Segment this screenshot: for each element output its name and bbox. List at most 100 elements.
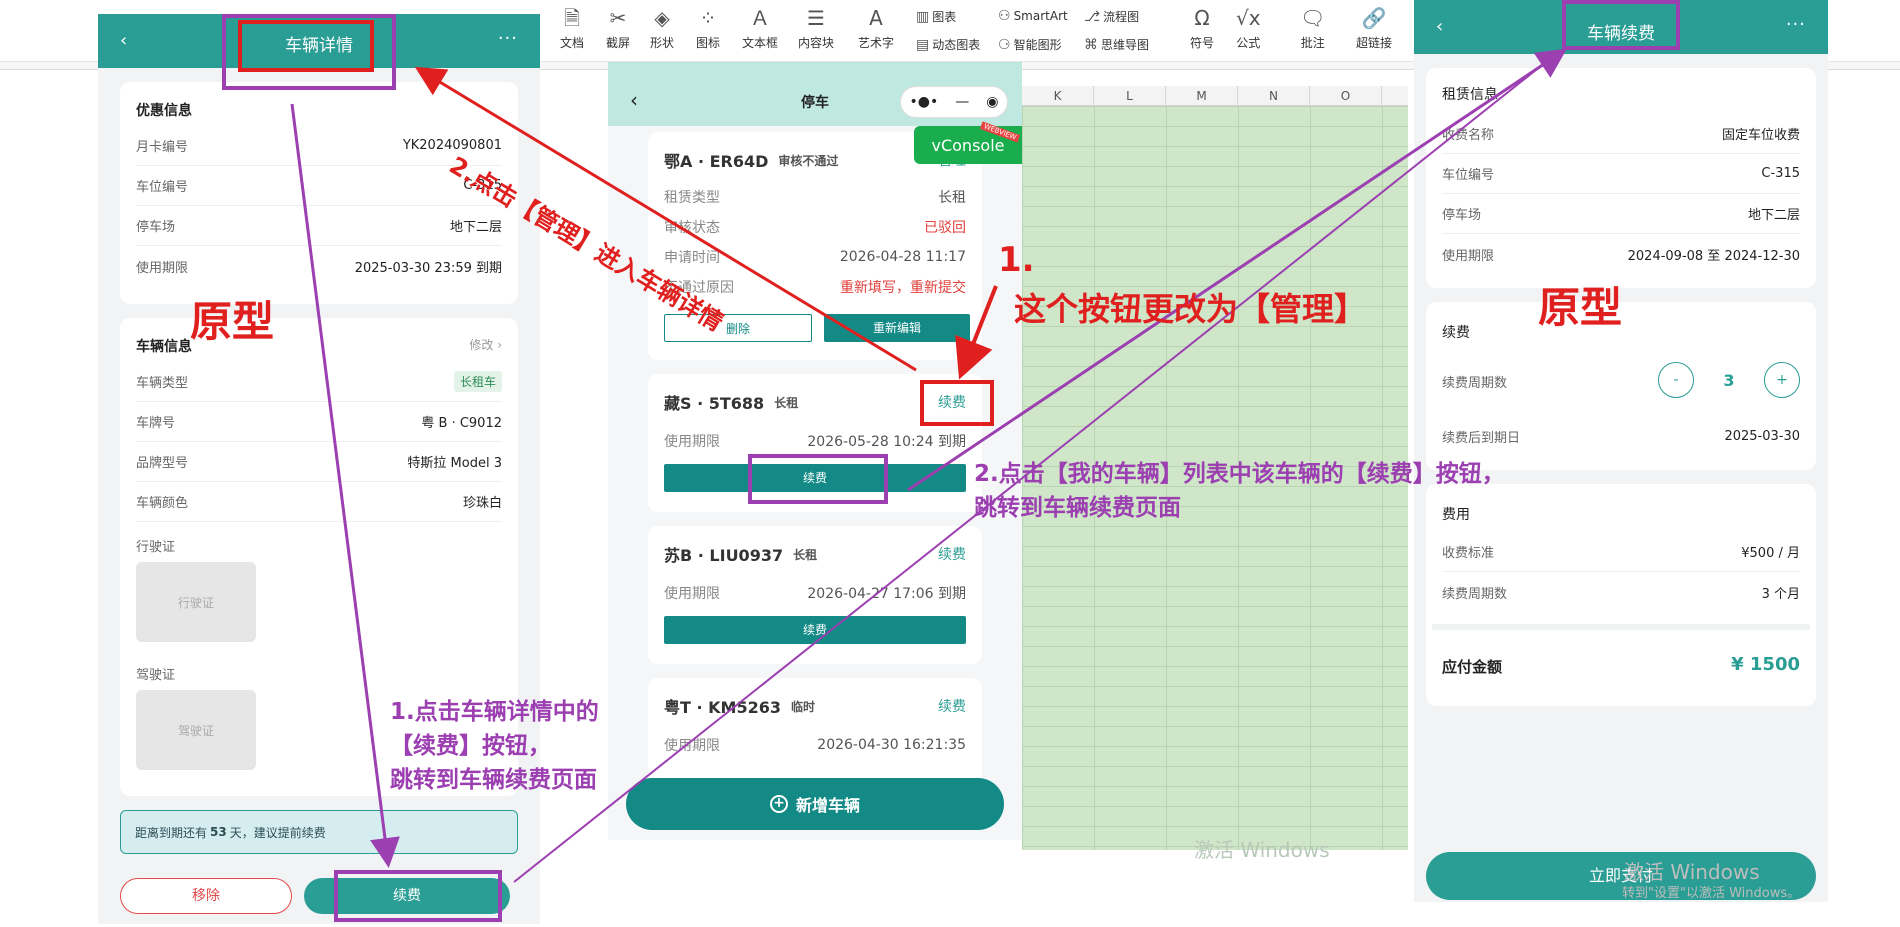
renew-card-title: 续费 [1442, 325, 1470, 341]
discount-info-card: 优惠信息 月卡编号 YK2024090801 车位编号 C-315 停车场 地下二层 … [120, 82, 518, 304]
dynamic-chart-icon: ▤ [916, 36, 930, 53]
chart-icon: ▥ [916, 8, 930, 25]
windows-watermark-sub: 转到"设置"以激活 Windows。 [1622, 886, 1801, 901]
step2-renew-line2: 跳转到车辆续费页面 [974, 495, 1181, 521]
plus-circle-icon: + [769, 795, 788, 813]
ribbon-flowchart-button[interactable]: ⎇ 流程图 [1084, 8, 1139, 25]
purple-box-list-renew [748, 454, 888, 504]
ribbon-shape-button[interactable]: ◈ 形状 [650, 6, 674, 51]
ribbon-dynamic-chart-button[interactable]: ▤ 动态图表 [916, 36, 980, 53]
mindmap-icon: ⌘ [1084, 36, 1098, 53]
close-target-icon[interactable]: ◉ [986, 94, 998, 110]
lease-card-title: 租赁信息 [1442, 87, 1498, 103]
smartart-icon: ⚇ [998, 8, 1011, 24]
prototype-label-right: 原型 [1538, 283, 1623, 332]
parking-lot-row: 停车场 地下二层 [136, 206, 502, 246]
ribbon-symbol-button[interactable]: Ω 符号 [1190, 6, 1214, 51]
increment-button[interactable]: + [1764, 362, 1800, 398]
smart-shape-icon: ⚆ [998, 36, 1011, 53]
ribbon-hyperlink-button[interactable]: 🔗 超链接 [1356, 6, 1392, 51]
more-icon[interactable]: ··· [1786, 14, 1806, 35]
column-m[interactable]: M [1166, 86, 1238, 106]
column-k[interactable]: K [1022, 86, 1094, 106]
red-box-detail-title [238, 20, 374, 72]
purple-box-renew-button [334, 870, 502, 922]
license-label: 行驶证 [136, 540, 176, 555]
plate-row: 车牌号粤 B · C9012 [136, 402, 502, 442]
re-edit-button[interactable]: 重新编辑 [824, 314, 970, 342]
license-photo[interactable]: 行驶证 [136, 562, 256, 642]
red-box-manage-action [920, 380, 994, 426]
column-n[interactable]: N [1238, 86, 1310, 106]
column-header: K L M N O [1022, 86, 1408, 106]
lease-type-row: 租赁类型 长租 [664, 190, 966, 206]
total-label: 应付金额 [1442, 658, 1503, 676]
ribbon-icon-button[interactable]: ⁘ 图标 [696, 6, 720, 51]
decrement-button[interactable]: - [1658, 362, 1694, 398]
minimize-icon[interactable]: — [955, 94, 969, 110]
ribbon-screenshot-button[interactable]: ✂ 截屏 [606, 6, 630, 51]
more-icon[interactable]: ··· [498, 28, 518, 49]
vehicle-type-tag: 长租车 [453, 371, 502, 392]
more-dots-icon[interactable]: •●• [910, 94, 939, 110]
textbox-icon: Ａ [750, 6, 770, 30]
edit-link[interactable]: 修改 › [469, 336, 502, 353]
total-amount: ¥ 1500 [1731, 654, 1800, 675]
plate-text: 苏B · LIU0937 长租 [664, 546, 818, 565]
lease-info-card: 租赁信息 收费名称 固定车位收费 车位编号 C-315 停车场 地下二层 使用期限 20… [1426, 68, 1816, 288]
column-o[interactable]: O [1310, 86, 1382, 106]
wordart-icon: A [869, 6, 883, 30]
add-vehicle-button[interactable]: + 新增车辆 [626, 778, 1004, 830]
color-row: 车辆颜色 珍珠白 [136, 482, 502, 522]
apply-time-row: 申请时间 2026-04-28 11:17 [664, 249, 966, 266]
validity-row: 使用期限 2025-03-30 23:59 到期 [136, 260, 502, 276]
period-label: 续费周期数 [1442, 376, 1508, 391]
step1-text: 这个按钮更改为【管理】 [1014, 290, 1367, 328]
space-number-row: 车位编号 C-315 [1442, 154, 1800, 194]
vehicle-renew-screen: ‹ 车辆续费 ··· 租赁信息 收费名称 固定车位收费 车位编号 C-315 停车场… [1414, 0, 1828, 902]
ribbon-smart-shape-button[interactable]: ⚆ 智能图形 [998, 36, 1062, 53]
vehicle-card-long-term-2: 苏B · LIU0937 长租 续费 使用期限 2026-04-27 17:06 到… [648, 526, 982, 664]
ribbon-content-block-button[interactable]: ☰ 内容块 [798, 6, 834, 51]
renew-link[interactable]: 续费 [938, 696, 966, 716]
purple-box-renew-title [1562, 0, 1680, 50]
shape-icon: ◈ [654, 6, 670, 30]
omega-icon: Ω [1194, 6, 1210, 30]
ribbon-textbox-button[interactable]: Ａ 文本框 [742, 6, 778, 51]
ribbon-wordart-button[interactable]: A 艺术字 [858, 6, 894, 51]
ribbon-doc-button[interactable]: 🗎 文档 [560, 6, 584, 51]
plate-text: 粤T · KM5263 临时 [664, 698, 816, 717]
step1-renew-line2: 【续费】按钮， [390, 733, 551, 759]
plate-text: 藏S · 5T688 长租 [664, 394, 799, 413]
step2-renew-line1: 2.点击【我的车辆】列表中该车辆的【续费】按钮， [974, 461, 1505, 487]
renew-link[interactable]: 续费 [938, 544, 966, 564]
expiry-notice: 距离到期还有 53 天，建议提前续费 [120, 810, 518, 854]
vehicle-type-row: 车辆类型 长租车 [136, 362, 502, 402]
ribbon-formula-button[interactable]: √x 公式 [1236, 6, 1261, 51]
audit-status-row: 审核状态 已驳回 [664, 220, 966, 236]
fee-card: 费用 收费标准 ¥500 / 月 续费周期数 3 个月 应付金额 ¥ 1500 [1426, 484, 1816, 706]
ribbon-mindmap-button[interactable]: ⌘ 思维导图 [1084, 36, 1149, 53]
validity-row: 使用期限 2026-05-28 10:24 到期 [664, 434, 966, 450]
windows-watermark: 激活 Windows [1194, 838, 1330, 862]
period-value[interactable]: 3 [1712, 371, 1746, 390]
ribbon-smartart-button[interactable]: ⚇ SmartArt [998, 8, 1068, 24]
status-badge: 临时 [791, 699, 816, 714]
column-l[interactable]: L [1094, 86, 1166, 106]
comment-icon: 🗨 [1300, 6, 1326, 30]
status-badge: 审核不通过 [778, 153, 839, 168]
ribbon-comment-button[interactable]: 🗨 批注 [1300, 6, 1325, 51]
windows-watermark: 激活 Windows [1624, 860, 1760, 884]
remove-button[interactable]: 移除 [120, 878, 292, 914]
scissors-icon: ✂ [609, 6, 627, 30]
vconsole-button[interactable]: vConsole WEBVIEW [914, 121, 1022, 164]
ribbon-chart-button[interactable]: ▥ 图表 [916, 8, 956, 25]
validity-row: 使用期限 2026-04-27 17:06 到期 [664, 586, 966, 602]
step1-renew-line3: 跳转到车辆续费页面 [390, 767, 597, 793]
miniapp-capsule: •●• — ◉ [900, 86, 1008, 118]
renew-button[interactable]: 续费 [664, 616, 966, 644]
validity-row: 使用期限 2024-09-08 至 2024-12-30 [1442, 248, 1800, 264]
divider [1432, 624, 1810, 630]
plate-text: 鄂A · ER64D 审核不通过 [664, 152, 839, 171]
driver-license-photo[interactable]: 驾驶证 [136, 690, 256, 770]
